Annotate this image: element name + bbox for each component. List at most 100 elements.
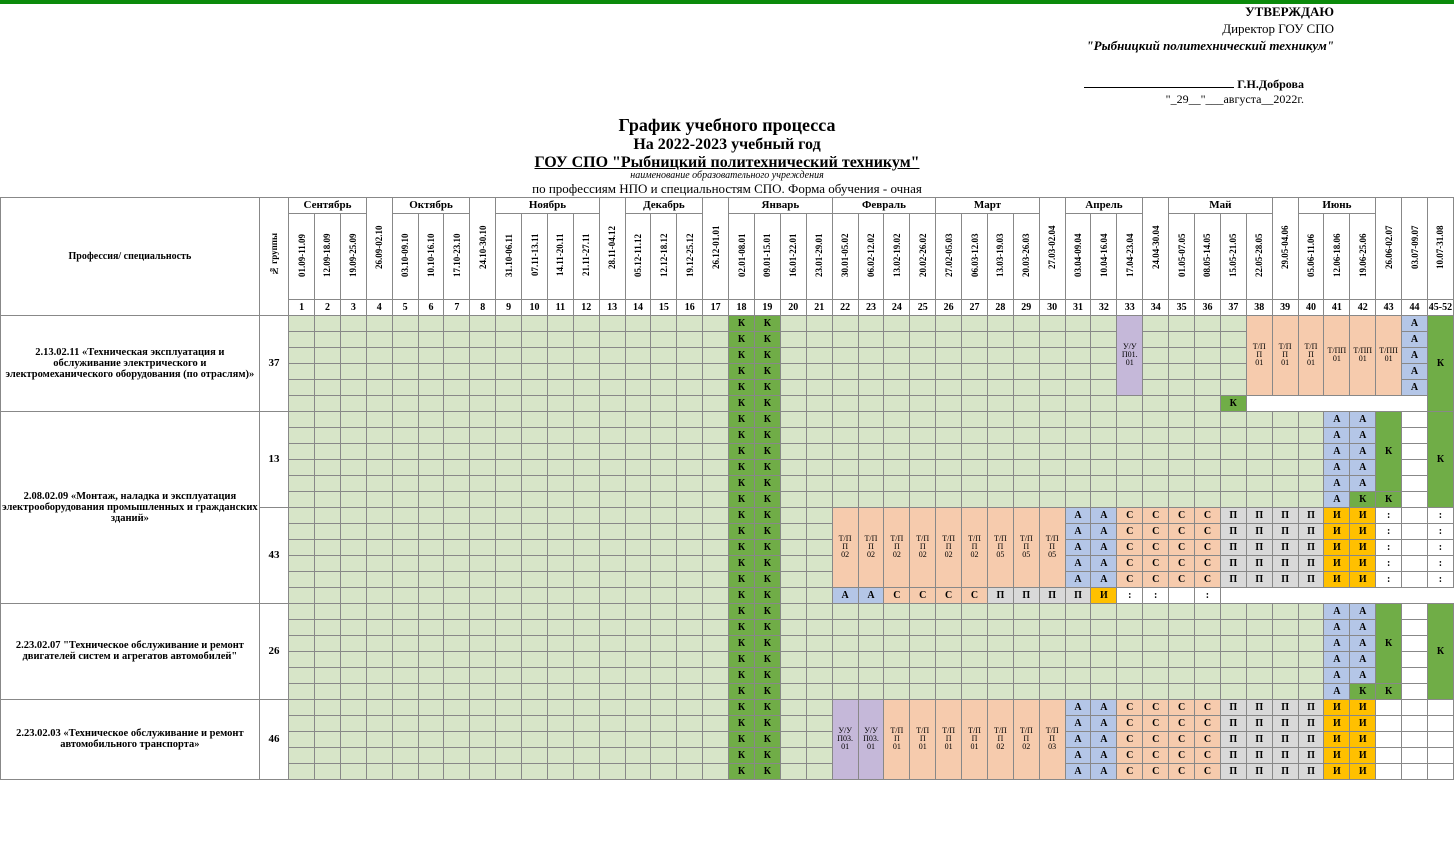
cell	[418, 427, 444, 443]
cell	[780, 539, 806, 555]
approval-block: УТВЕРЖДАЮ Директор ГОУ СПО "Рыбницкий по…	[0, 4, 1454, 55]
cell	[1039, 427, 1065, 443]
cell	[1427, 763, 1453, 779]
cell	[625, 475, 651, 491]
cell	[677, 363, 703, 379]
cell: К	[754, 475, 780, 491]
cell	[858, 635, 884, 651]
cell	[677, 395, 703, 411]
cell	[444, 363, 470, 379]
cell	[444, 459, 470, 475]
cell	[1065, 603, 1091, 619]
cell	[703, 379, 729, 395]
cell	[547, 523, 573, 539]
cell	[1117, 491, 1143, 507]
cell	[1143, 491, 1169, 507]
cell	[599, 347, 625, 363]
cell	[599, 507, 625, 523]
cell: Т/ПП01	[1298, 315, 1324, 395]
cell: И	[1324, 763, 1350, 779]
cell: К	[729, 315, 755, 331]
cell	[547, 715, 573, 731]
cell	[392, 523, 418, 539]
cell	[340, 491, 366, 507]
cell	[470, 459, 496, 475]
cell	[806, 475, 832, 491]
cell: К	[1350, 683, 1376, 699]
week-date: 22.05-28.05	[1246, 213, 1272, 299]
cell	[987, 651, 1013, 667]
cell	[522, 379, 548, 395]
cell	[884, 635, 910, 651]
cell	[573, 379, 599, 395]
cell	[418, 411, 444, 427]
cell	[625, 571, 651, 587]
cell: С	[1143, 747, 1169, 763]
title-main: График учебного процесса	[0, 115, 1454, 136]
cell	[677, 331, 703, 347]
cell	[1169, 347, 1195, 363]
cell	[1246, 411, 1272, 427]
cell	[677, 475, 703, 491]
cell: К	[729, 539, 755, 555]
cell	[625, 491, 651, 507]
cell	[677, 603, 703, 619]
cell	[1091, 635, 1117, 651]
cell	[392, 331, 418, 347]
cell	[1039, 443, 1065, 459]
cell	[340, 411, 366, 427]
cell	[496, 443, 522, 459]
cell	[1220, 683, 1246, 699]
cell	[780, 379, 806, 395]
cell: С	[884, 587, 910, 603]
cell	[1065, 331, 1091, 347]
cell	[936, 635, 962, 651]
cell	[444, 619, 470, 635]
cell	[289, 571, 315, 587]
cell	[496, 571, 522, 587]
cell	[910, 603, 936, 619]
cell	[496, 603, 522, 619]
cell	[289, 491, 315, 507]
cell	[884, 395, 910, 411]
cell	[780, 747, 806, 763]
cell: К	[754, 491, 780, 507]
cell	[962, 395, 988, 411]
cell: К	[754, 587, 780, 603]
cell	[573, 427, 599, 443]
cell	[547, 731, 573, 747]
week-date: 17.04-23.04	[1117, 213, 1143, 299]
cell	[496, 427, 522, 443]
cell: С	[1195, 731, 1221, 747]
cell	[1195, 667, 1221, 683]
cell	[1013, 683, 1039, 699]
week-date: 26.12-01.01	[703, 197, 729, 299]
cell	[1169, 315, 1195, 331]
cell	[573, 459, 599, 475]
cell	[573, 507, 599, 523]
cell	[677, 427, 703, 443]
cell	[832, 331, 858, 347]
week-number: 29	[1013, 299, 1039, 315]
cell	[599, 667, 625, 683]
cell: Т/ПП01	[1324, 315, 1350, 395]
week-date: 05.06-11.06	[1298, 213, 1324, 299]
cell	[444, 507, 470, 523]
cell	[832, 411, 858, 427]
cell	[444, 443, 470, 459]
cell	[573, 395, 599, 411]
week-date: 10.10-16.10	[418, 213, 444, 299]
cell	[418, 331, 444, 347]
cell	[1117, 395, 1143, 411]
cell	[1298, 651, 1324, 667]
cell	[1298, 475, 1324, 491]
cell	[936, 395, 962, 411]
cell: С	[1117, 539, 1143, 555]
cell: К	[754, 555, 780, 571]
cell	[806, 443, 832, 459]
cell	[1298, 427, 1324, 443]
cell	[366, 507, 392, 523]
cell: К	[729, 619, 755, 635]
cell	[832, 315, 858, 331]
cell	[366, 715, 392, 731]
